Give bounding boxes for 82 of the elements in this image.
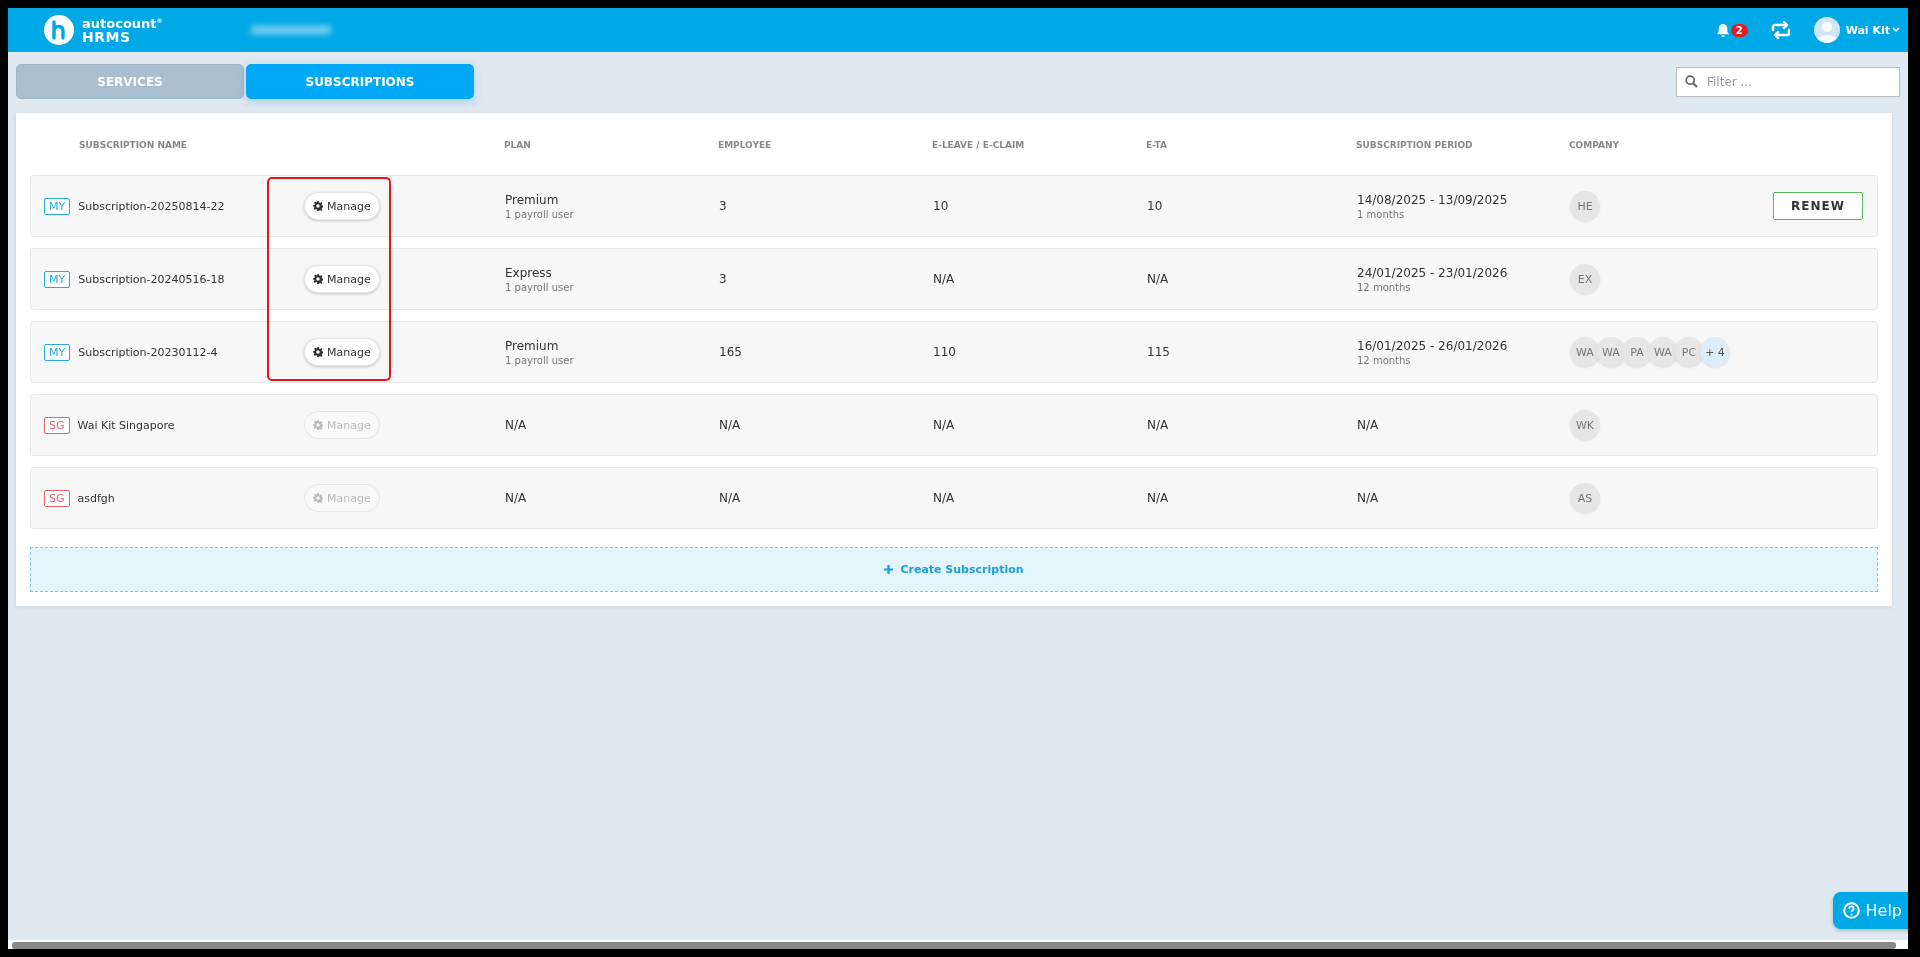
plan-name: N/A <box>505 491 527 505</box>
table-cell: 3 <box>719 272 727 286</box>
company-avatar: EX <box>1570 264 1600 294</box>
plan-name: Express <box>505 265 552 280</box>
plan-users: 1 payroll user <box>505 354 574 366</box>
country-tag: MY <box>44 343 71 361</box>
country-tag: MY <box>44 270 71 288</box>
column-header: E-LEAVE / E-CLAIM <box>932 140 1026 150</box>
table-cell: 165 <box>719 345 742 359</box>
table-cell: N/A <box>933 272 955 286</box>
subscription-name: Wai Kit Singapore <box>77 418 175 432</box>
period-dates: N/A <box>1357 491 1379 505</box>
period-dates: 16/01/2025 - 26/01/2026 <box>1357 338 1508 353</box>
table-cell: 115 <box>1147 345 1170 359</box>
company-avatar: WA <box>1570 337 1600 367</box>
filter-field[interactable]: Filter ... <box>1676 66 1900 97</box>
period-length: 12 months <box>1357 281 1411 293</box>
gear-icon <box>313 201 323 211</box>
gear-icon <box>313 274 323 284</box>
table-cell: 110 <box>933 345 956 359</box>
country-tag: MY <box>44 197 71 215</box>
subscription-name: asdfgh <box>77 491 115 505</box>
subscription-name: Subscription-20230112-4 <box>78 345 218 359</box>
column-header: SUBSCRIPTION PERIOD <box>1356 140 1474 150</box>
table-cell: N/A <box>933 491 955 505</box>
period-dates: N/A <box>1357 418 1379 432</box>
company-avatar: PA <box>1622 337 1652 367</box>
table-cell: 10 <box>933 199 949 213</box>
period-length: 12 months <box>1357 354 1411 366</box>
plan-name: N/A <box>505 418 527 432</box>
question-icon <box>1842 902 1860 919</box>
gear-icon <box>313 347 323 357</box>
manage-button[interactable]: Manage <box>304 265 380 293</box>
notification-count: 2 <box>1730 23 1748 37</box>
manage-button[interactable]: Manage <box>304 192 380 220</box>
gear-icon <box>313 420 323 430</box>
table-cell: N/A <box>1147 418 1169 432</box>
country-tag: SG <box>44 489 70 507</box>
company-avatar: WA <box>1648 337 1678 367</box>
company-avatar: PC <box>1674 337 1704 367</box>
subscription-row[interactable]: MY Subscription-20250814-22 Manage Premium 1 payroll user 3 10 10 14/08/2025 - 13/09/2025 1 months HE RENEW <box>30 175 1878 237</box>
chevron-down-icon <box>1892 27 1900 33</box>
plan-name: Premium <box>505 192 559 207</box>
subscription-name: Subscription-20250814-22 <box>78 199 225 213</box>
company-avatar: WA <box>1596 337 1626 367</box>
subscription-row[interactable]: MY Subscription-20230112-4 Manage Premium 1 payroll user 165 110 115 16/01/2025 - 26/01/2026 12 months WA WA PA WA PC + 4 <box>30 321 1878 383</box>
gear-icon <box>313 493 323 503</box>
swap-arrows-icon[interactable] <box>1769 21 1792 39</box>
avatar-icon[interactable] <box>1813 17 1840 43</box>
table-cell: N/A <box>719 418 741 432</box>
subscription-row[interactable]: MY Subscription-20240516-18 Manage Express 1 payroll user 3 N/A N/A 24/01/2025 - 23/01/2026 12 months EX <box>30 248 1878 310</box>
company-avatar: AS <box>1570 483 1600 513</box>
more-companies-count: + 4 <box>1700 337 1730 367</box>
logo-wordmark: autocount$^{®}$ <box>82 16 163 30</box>
plan-name: Premium <box>505 338 559 353</box>
table-cell: N/A <box>1147 491 1169 505</box>
table-cell: N/A <box>1147 272 1169 286</box>
country-tag: SG <box>44 416 70 434</box>
table-cell: 10 <box>1147 199 1163 213</box>
column-header: SUBSCRIPTION NAME <box>78 140 189 150</box>
period-dates: 14/08/2025 - 13/09/2025 <box>1357 192 1508 207</box>
plus-icon <box>884 565 894 574</box>
period-dates: 24/01/2025 - 23/01/2026 <box>1357 265 1508 280</box>
table-cell: 3 <box>719 199 727 213</box>
plan-users: 1 payroll user <box>505 281 574 293</box>
bell-icon[interactable] <box>1715 22 1730 38</box>
period-length: 1 months <box>1357 208 1405 220</box>
column-header: E-TA <box>1146 140 1168 150</box>
company-avatar: HE <box>1570 191 1600 221</box>
plan-users: 1 payroll user <box>505 208 574 220</box>
table-cell: N/A <box>719 491 741 505</box>
column-header: EMPLOYEE <box>718 140 773 150</box>
renew-button[interactable]: RENEW <box>1773 192 1863 220</box>
column-header: COMPANY <box>1569 140 1620 150</box>
scrollbar-thumb[interactable] <box>12 942 1896 949</box>
logo-product-name: HRMS <box>82 29 132 44</box>
manage-button[interactable]: Manage <box>304 338 380 366</box>
company-avatar: WK <box>1570 410 1600 440</box>
subscription-name: Subscription-20240516-18 <box>78 272 225 286</box>
column-header: PLAN <box>504 140 532 150</box>
logo-icon <box>44 15 74 45</box>
table-cell: N/A <box>933 418 955 432</box>
